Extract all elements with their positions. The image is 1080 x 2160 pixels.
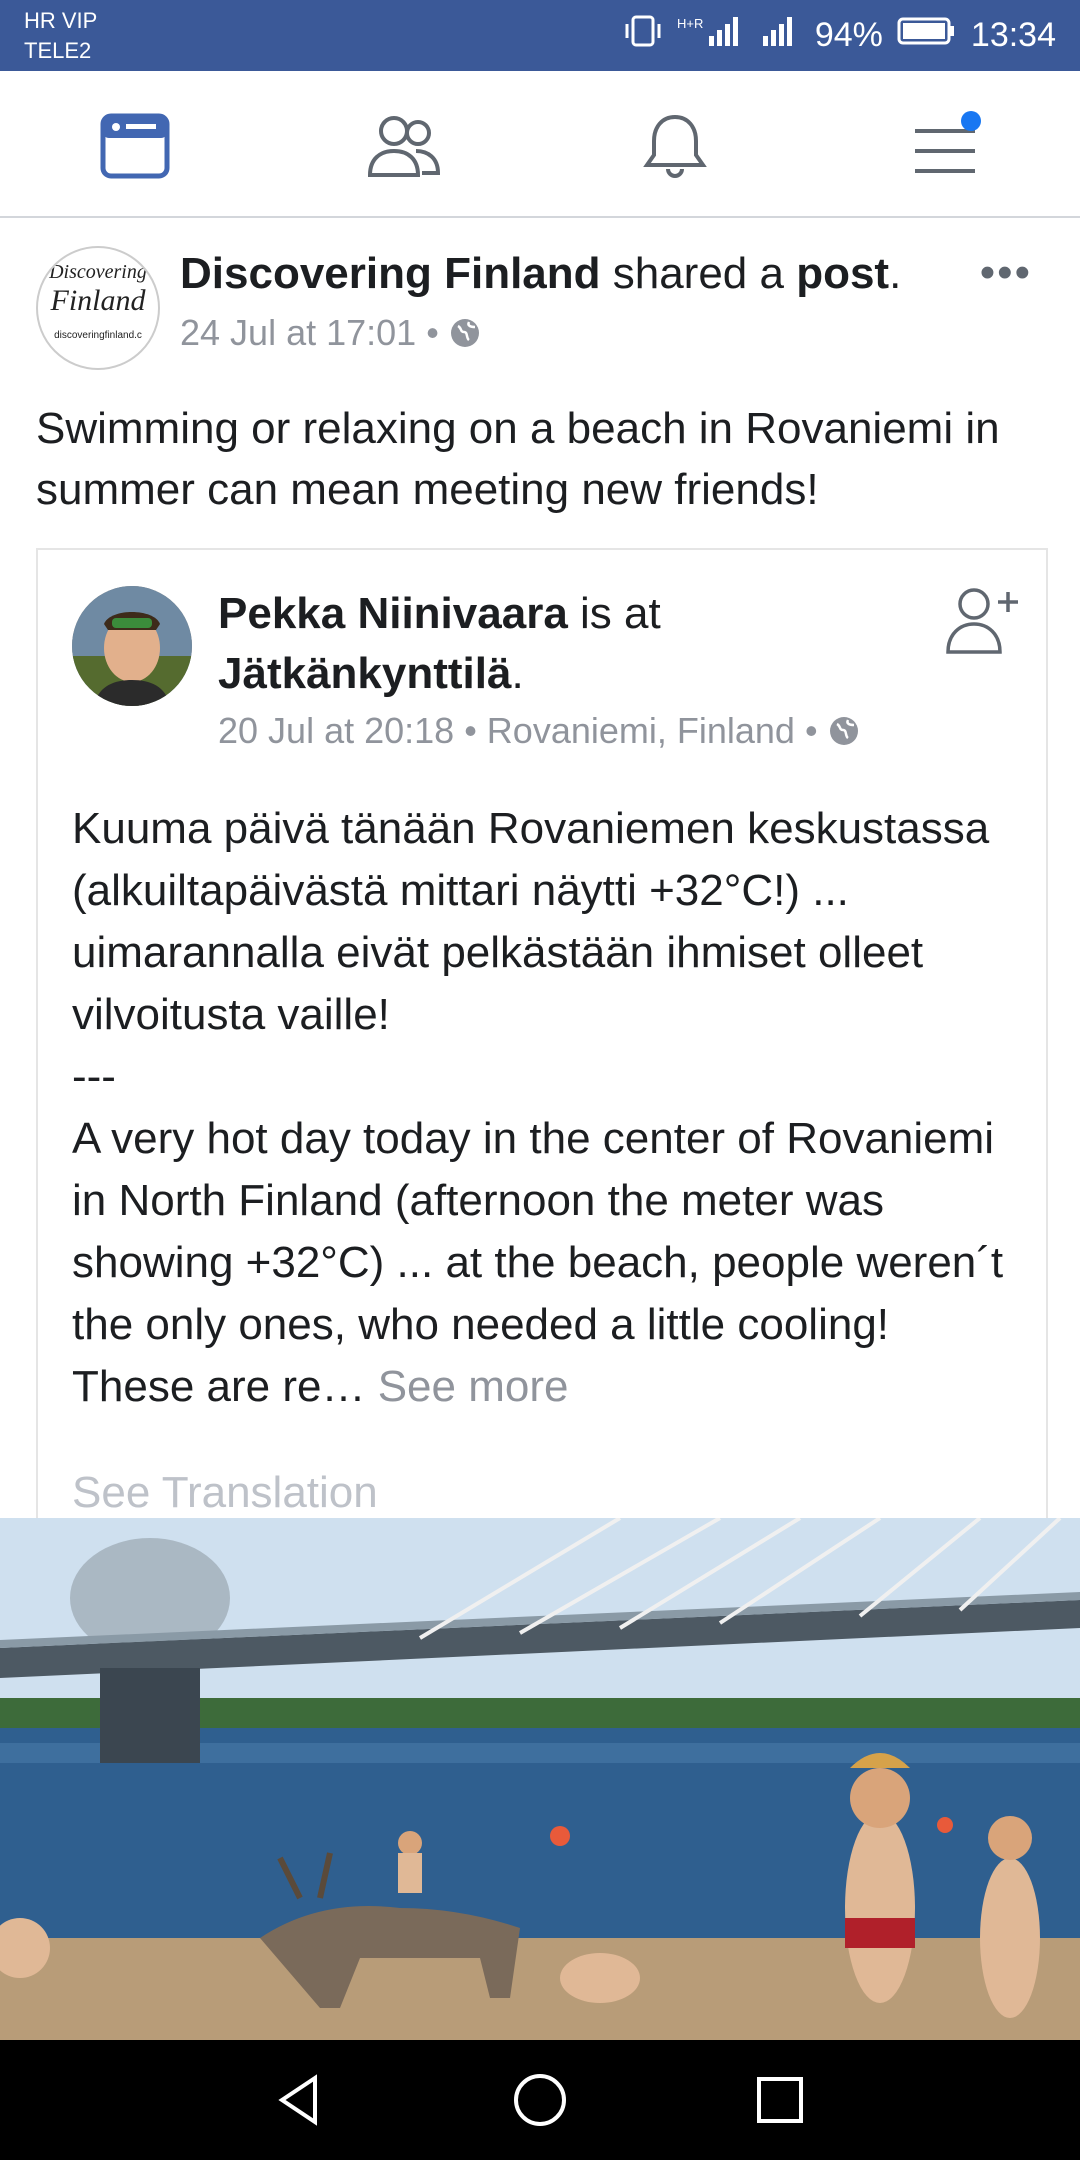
network-label: H+R — [677, 16, 703, 31]
post-timestamp[interactable]: 24 Jul at 17:01 — [180, 312, 416, 354]
post-link[interactable]: post — [796, 249, 889, 298]
back-icon — [278, 2074, 317, 2126]
svg-text:Finland: Finland — [50, 284, 147, 317]
recents-icon — [757, 2077, 803, 2123]
news-feed-tab[interactable] — [90, 101, 180, 191]
add-friend-button[interactable] — [944, 580, 1024, 660]
add-friend-icon — [946, 588, 1018, 654]
shared-post-text: Kuuma päivä tänään Rovaniemen keskustass… — [72, 798, 1022, 1418]
user-photo — [72, 586, 192, 706]
home-button[interactable] — [510, 2070, 570, 2130]
post-meta: 24 Jul at 17:01 • — [180, 312, 481, 354]
signal-icon: H+R — [677, 14, 747, 57]
page-name-link[interactable]: Discovering Finland — [180, 249, 601, 298]
notifications-icon — [643, 114, 707, 178]
carrier-line2: TELE2 — [24, 38, 92, 63]
discovering-finland-logo: Discovering Finland discoveringfinland.c — [48, 261, 147, 341]
signal-icon-2 — [761, 14, 801, 57]
page-avatar[interactable]: Discovering Finland discoveringfinland.c — [36, 246, 160, 370]
shared-timestamp[interactable]: 20 Jul at 20:18 — [218, 710, 454, 752]
system-navigation-bar — [0, 2040, 1080, 2160]
news-feed-icon — [100, 113, 170, 179]
globe-icon — [829, 717, 858, 745]
home-icon — [514, 2074, 566, 2126]
globe-icon — [450, 319, 479, 347]
top-navigation — [0, 71, 1080, 218]
meta-separator-2: • — [804, 710, 818, 751]
meta-separator-1: • — [464, 710, 477, 751]
status-bar: HR VIP TELE2 H+R 94% 13:34 — [0, 0, 1080, 71]
shared-meta: 20 Jul at 20:18 • Rovaniemi, Finland • — [218, 710, 860, 752]
svg-text:Discovering: Discovering — [48, 261, 147, 283]
battery-percent: 94% — [814, 16, 883, 54]
menu-badge — [961, 111, 981, 131]
text-divider: --- — [72, 1052, 116, 1101]
more-options-button[interactable]: ••• — [980, 248, 1032, 298]
friends-icon — [367, 116, 441, 177]
notifications-tab[interactable] — [630, 101, 720, 191]
shared-header: Pekka Niinivaara is at Jätkänkynttilä. — [218, 584, 918, 704]
beach-photo-illustration — [0, 1518, 1080, 2040]
see-more-link[interactable]: See more — [365, 1362, 569, 1411]
action-end: . — [889, 249, 902, 298]
vibrate-icon — [623, 14, 663, 57]
carrier-line1: HR VIP — [24, 8, 98, 33]
post-caption: Swimming or relaxing on a beach in Rovan… — [36, 404, 1000, 514]
see-translation-link[interactable]: See Translation — [72, 1468, 378, 1518]
friends-tab[interactable] — [359, 101, 449, 191]
back-button[interactable] — [270, 2070, 330, 2130]
action-text: shared a — [600, 249, 797, 298]
place-end: . — [511, 649, 524, 698]
carrier-info: HR VIP TELE2 — [24, 6, 97, 66]
menu-tab[interactable] — [900, 101, 990, 191]
recents-button[interactable] — [750, 2070, 810, 2130]
meta-separator: • — [426, 312, 439, 353]
svg-text:discoveringfinland.c: discoveringfinland.c — [54, 330, 142, 341]
battery-icon — [897, 16, 957, 55]
post-header: Discovering Finland shared a post. — [180, 246, 901, 302]
author-link[interactable]: Pekka Niinivaara — [218, 589, 568, 638]
clock: 13:34 — [970, 16, 1056, 54]
post-photo[interactable] — [0, 1518, 1080, 2040]
menu-icon — [915, 111, 981, 173]
is-at-text: is at — [567, 589, 661, 638]
location-link[interactable]: Rovaniemi, Finland — [487, 710, 795, 752]
place-link[interactable]: Jätkänkynttilä — [218, 649, 511, 698]
user-avatar[interactable] — [72, 586, 192, 706]
text-finnish: Kuuma päivä tänään Rovaniemen keskustass… — [72, 804, 1002, 1039]
